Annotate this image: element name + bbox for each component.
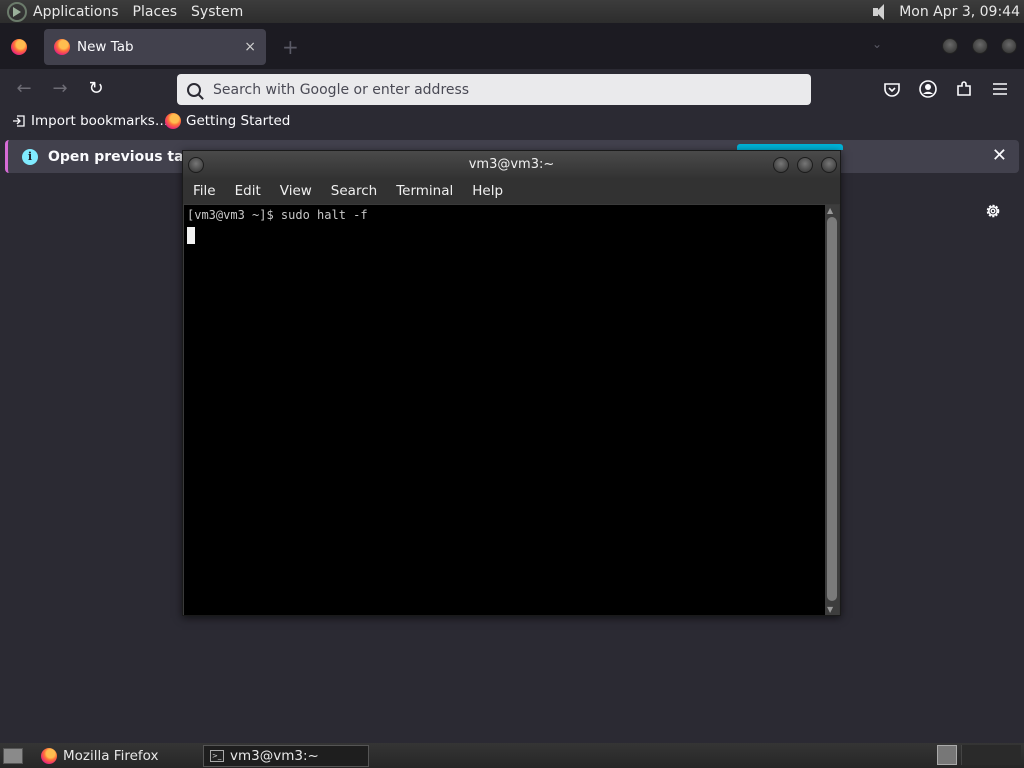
firefox-navbar: ← → ↻ (0, 69, 1024, 109)
url-bar[interactable] (177, 74, 811, 105)
menu-help[interactable]: Help (472, 183, 503, 199)
scrollbar-thumb[interactable] (827, 217, 837, 601)
menu-file[interactable]: File (193, 183, 216, 199)
maximize-button[interactable] (797, 157, 813, 173)
import-icon (13, 115, 25, 127)
menu-terminal[interactable]: Terminal (396, 183, 453, 199)
firefox-icon[interactable] (11, 39, 27, 55)
top-panel: Applications Places System Mon Apr 3, 09… (0, 0, 1024, 23)
firefox-icon (165, 113, 181, 129)
forward-arrow-icon[interactable]: → (48, 77, 72, 101)
close-window-button[interactable] (821, 157, 837, 173)
minimize-button[interactable] (942, 38, 958, 54)
gear-icon[interactable] (983, 201, 1003, 221)
terminal-titlebar[interactable]: vm3@vm3:~ (183, 151, 840, 178)
menu-search[interactable]: Search (331, 183, 377, 199)
chevron-down-icon[interactable]: ⌄ (872, 37, 882, 51)
taskbar-item-firefox[interactable]: Mozilla Firefox (35, 745, 195, 767)
show-desktop-icon[interactable] (3, 747, 23, 764)
workspace-1[interactable] (937, 745, 957, 765)
new-tab-button[interactable]: + (282, 35, 299, 59)
scroll-down-icon[interactable]: ▼ (827, 605, 833, 614)
reload-icon[interactable]: ↻ (84, 77, 108, 101)
terminal-screen[interactable]: [vm3@vm3 ~]$ sudo halt -f (184, 205, 826, 615)
window-menu-button[interactable] (188, 157, 204, 173)
hamburger-menu-icon[interactable] (990, 79, 1010, 99)
firefox-icon (41, 747, 57, 764)
tab-favicon-icon (54, 39, 70, 55)
menu-places[interactable]: Places (133, 4, 178, 20)
taskbar-item-terminal[interactable]: >_ vm3@vm3:~ (203, 744, 369, 767)
bookmark-import[interactable]: Import bookmarks… (12, 113, 168, 129)
terminal-window: vm3@vm3:~ File Edit View Search Terminal… (182, 150, 841, 616)
scroll-up-icon[interactable]: ▲ (827, 206, 833, 215)
minimize-button[interactable] (773, 157, 789, 173)
maximize-button[interactable] (972, 38, 988, 54)
close-icon[interactable]: ✕ (992, 145, 1007, 166)
taskbar-label: Mozilla Firefox (63, 747, 159, 764)
terminal-cursor (187, 227, 195, 244)
bookmark-getting-started[interactable]: Getting Started (165, 113, 290, 129)
account-icon[interactable] (918, 79, 938, 99)
url-input[interactable] (213, 81, 773, 98)
search-icon (187, 82, 201, 97)
menu-view[interactable]: View (280, 183, 312, 199)
panel-tray: Mon Apr 3, 09:44 (871, 3, 1024, 21)
close-window-button[interactable] (1001, 38, 1017, 54)
tab-title: New Tab (77, 39, 134, 55)
extensions-icon[interactable] (954, 79, 974, 99)
tab-new-tab[interactable]: New Tab × (44, 29, 266, 65)
menu-system[interactable]: System (191, 4, 243, 20)
terminal-menubar: File Edit View Search Terminal Help (183, 178, 840, 204)
firefox-tabbar: New Tab × + ⌄ (0, 23, 1024, 69)
terminal-scrollbar[interactable]: ▲ ▼ (825, 205, 839, 615)
info-icon: i (22, 148, 38, 165)
menu-edit[interactable]: Edit (235, 183, 261, 199)
back-arrow-icon[interactable]: ← (12, 77, 36, 101)
menu-applications[interactable]: Applications (33, 4, 119, 20)
bookmarks-toolbar: Import bookmarks… Getting Started (0, 109, 1024, 137)
terminal-title: vm3@vm3:~ (468, 157, 555, 172)
bottom-panel: Mozilla Firefox >_ vm3@vm3:~ (0, 743, 1024, 768)
workspace-2[interactable] (961, 745, 1021, 765)
bookmark-label: Import bookmarks… (31, 113, 169, 129)
clock[interactable]: Mon Apr 3, 09:44 (899, 4, 1020, 20)
terminal-command-line: [vm3@vm3 ~]$ sudo halt -f (187, 208, 368, 222)
distro-logo-icon[interactable] (7, 1, 27, 22)
tab-close-icon[interactable]: × (244, 39, 256, 55)
taskbar-label: vm3@vm3:~ (230, 747, 319, 764)
pocket-icon[interactable] (882, 79, 902, 99)
bookmark-label: Getting Started (186, 113, 291, 129)
terminal-icon: >_ (210, 749, 224, 762)
volume-icon[interactable] (871, 3, 889, 21)
